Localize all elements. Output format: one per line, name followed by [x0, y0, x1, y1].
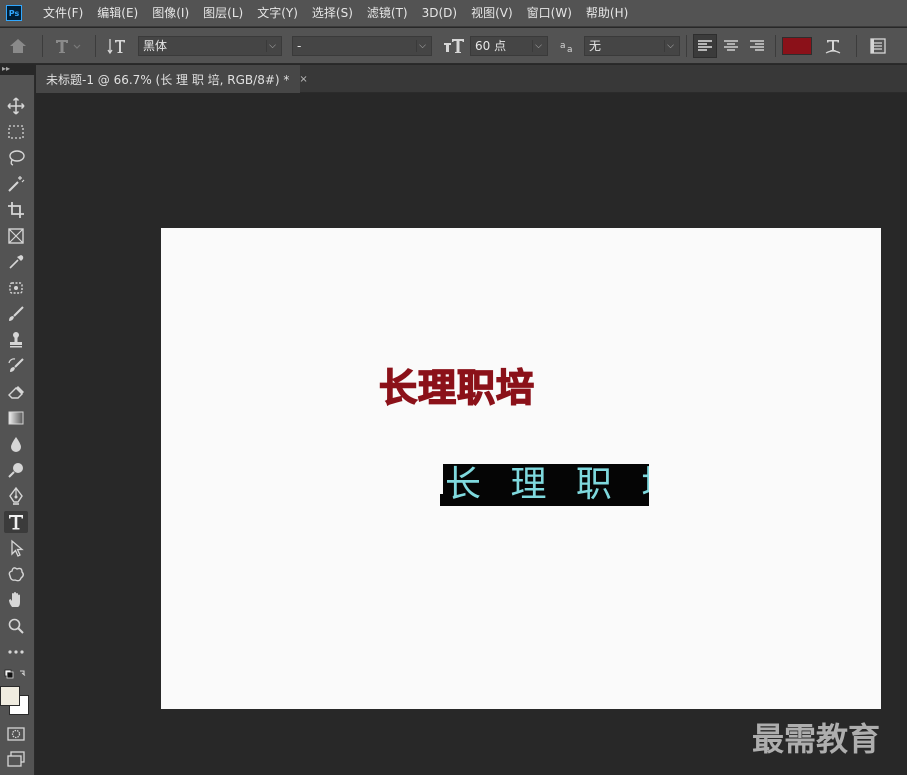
gradient-tool-icon[interactable] [4, 407, 28, 429]
eyedropper-tool-icon[interactable] [4, 251, 28, 273]
font-style-select[interactable]: - ⌵ [292, 35, 432, 56]
font-family-select[interactable]: 黑体 ⌵ [138, 35, 282, 56]
menu-view[interactable]: 视图(V) [464, 0, 520, 27]
menu-filter[interactable]: 滤镜(T) [360, 0, 415, 27]
history-brush-tool-icon[interactable] [4, 355, 28, 377]
menu-3d[interactable]: 3D(D) [415, 0, 464, 27]
more-tools-icon[interactable] [4, 641, 28, 663]
align-right-button[interactable] [745, 34, 769, 58]
align-center-button[interactable] [719, 34, 743, 58]
text-layer-red[interactable]: 长理职培 [378, 364, 559, 412]
default-colors-icon[interactable] [4, 667, 28, 683]
options-bar: 黑体 ⌵ - ⌵ 60 点 ⌵ aa 无 ⌵ [0, 28, 907, 64]
toolbar-collapse-grip[interactable]: ▸▸ [0, 65, 36, 75]
text-color-swatch[interactable] [782, 36, 812, 55]
document-tab-strip: 未标题-1 @ 66.7% (长 理 职 培, RGB/8#) * × [36, 65, 907, 93]
document-tab-title: 未标题-1 @ 66.7% (长 理 职 培, RGB/8#) * [46, 72, 290, 87]
marquee-tool-icon[interactable] [4, 121, 28, 143]
home-icon[interactable] [0, 31, 36, 61]
document-tab[interactable]: 未标题-1 @ 66.7% (长 理 职 培, RGB/8#) * × [36, 65, 308, 93]
divider [42, 34, 43, 57]
toggle-text-orientation-icon[interactable] [102, 31, 132, 61]
font-style-value: - [297, 38, 302, 53]
spot-healing-tool-icon[interactable] [4, 277, 28, 299]
close-icon[interactable]: × [299, 74, 307, 85]
font-size-select[interactable]: 60 点 ⌵ [470, 35, 548, 56]
frame-tool-icon[interactable] [4, 225, 28, 247]
menu-image[interactable]: 图像(I) [145, 0, 196, 27]
screen-mode-icon[interactable] [4, 748, 28, 770]
pen-tool-icon[interactable] [4, 485, 28, 507]
type-tool-icon[interactable] [4, 511, 28, 533]
divider [775, 34, 776, 57]
character-panel-icon[interactable] [863, 31, 893, 61]
chevron-down-icon: ⌵ [532, 39, 544, 52]
watermark-logo: 最需教育 [752, 720, 881, 758]
custom-shape-tool-icon[interactable] [4, 563, 28, 585]
font-family-value: 黑体 [143, 39, 168, 53]
dodge-tool-icon[interactable] [4, 459, 28, 481]
divider [686, 34, 687, 57]
chevron-down-icon: ⌵ [266, 39, 278, 52]
menu-edit[interactable]: 编辑(E) [90, 0, 145, 27]
menu-type[interactable]: 文字(Y) [250, 0, 305, 27]
clone-stamp-tool-icon[interactable] [4, 329, 28, 351]
menu-file[interactable]: 文件(F) [36, 0, 90, 27]
menu-bar: Ps 文件(F) 编辑(E) 图像(I) 图层(L) 文字(Y) 选择(S) 滤… [0, 0, 907, 27]
photoshop-logo[interactable]: Ps [6, 5, 22, 21]
eraser-tool-icon[interactable] [4, 381, 28, 403]
chevron-down-icon: ⌵ [664, 39, 676, 52]
lasso-tool-icon[interactable] [4, 147, 28, 169]
hand-tool-icon[interactable] [4, 589, 28, 611]
path-selection-tool-icon[interactable] [4, 537, 28, 559]
antialias-value: 无 [589, 39, 602, 53]
type-tool-preset-icon[interactable] [49, 31, 89, 61]
quick-mask-icon[interactable] [4, 723, 28, 745]
magic-wand-tool-icon[interactable] [4, 173, 28, 195]
tools-panel [0, 75, 35, 775]
divider [856, 34, 857, 57]
color-swatches [0, 684, 34, 718]
foreground-color-swatch[interactable] [0, 686, 20, 706]
menu-help[interactable]: 帮助(H) [579, 0, 635, 27]
blur-tool-icon[interactable] [4, 433, 28, 455]
divider [95, 34, 96, 57]
text-layer-selected[interactable]: 长 理 职 培 [443, 464, 649, 506]
antialias-select[interactable]: 无 ⌵ [584, 35, 680, 56]
svg-text:a: a [567, 45, 573, 53]
move-tool-icon[interactable] [4, 95, 28, 117]
crop-tool-icon[interactable] [4, 199, 28, 221]
menu-select[interactable]: 选择(S) [305, 0, 360, 27]
warp-text-icon[interactable] [816, 31, 850, 61]
svg-text:a: a [560, 41, 566, 51]
brush-tool-icon[interactable] [4, 303, 28, 325]
menu-layer[interactable]: 图层(L) [196, 0, 250, 27]
chevron-down-icon: ⌵ [416, 39, 428, 52]
align-left-button[interactable] [693, 33, 717, 58]
antialias-icon: aa [554, 31, 582, 61]
zoom-tool-icon[interactable] [4, 615, 28, 637]
font-size-value: 60 点 [475, 39, 507, 53]
font-size-icon [440, 31, 468, 61]
menu-window[interactable]: 窗口(W) [520, 0, 579, 27]
